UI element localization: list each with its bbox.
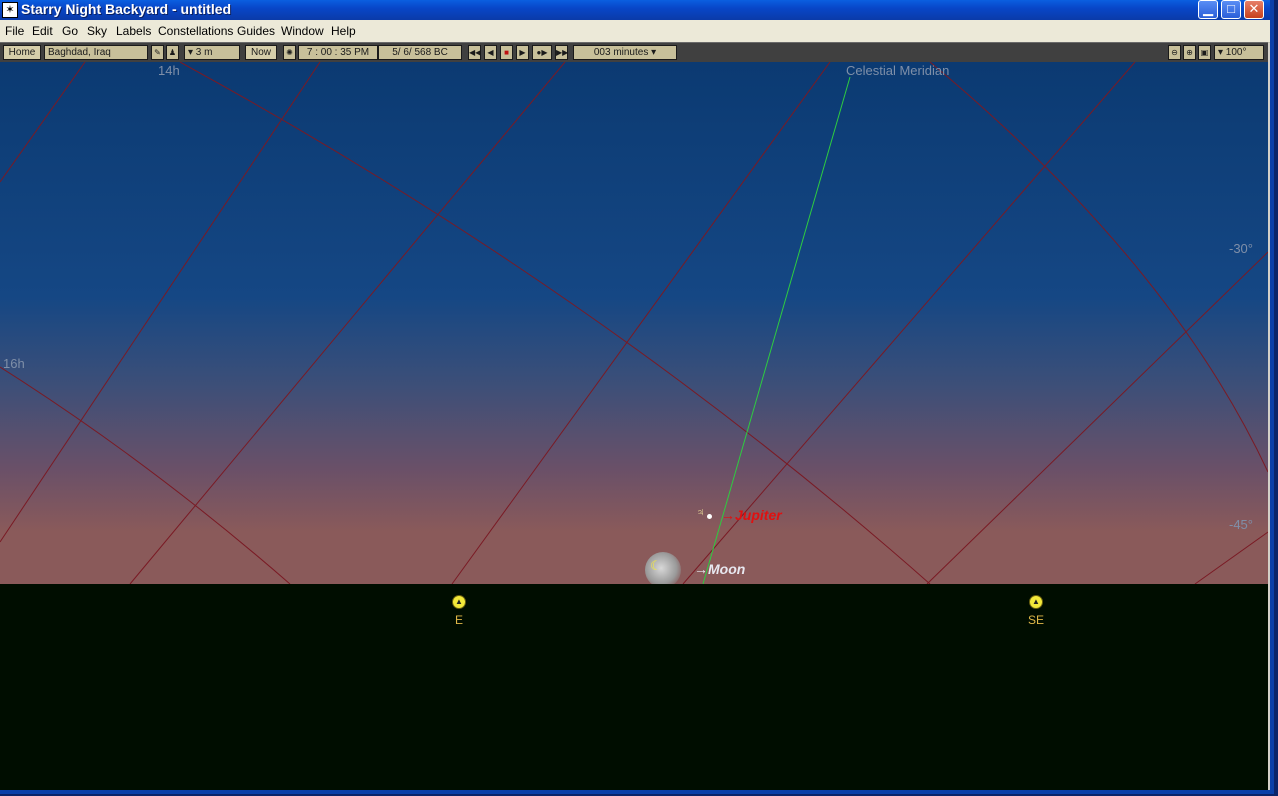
time-step-dropdown[interactable]: 003 minutes ▾	[573, 45, 677, 60]
jupiter-label[interactable]: →Jupiter	[721, 507, 782, 523]
play-icon[interactable]: ▶	[516, 45, 529, 60]
compass-east-label: E	[454, 613, 463, 627]
jupiter-symbol-icon: ♃	[696, 505, 705, 519]
moon-name: Moon	[708, 561, 746, 577]
moon-symbol-icon: ☾	[650, 558, 662, 573]
zoom-out-icon[interactable]: ⊖	[1168, 45, 1181, 60]
menu-constellations[interactable]: Constellations	[158, 24, 233, 38]
now-button[interactable]: Now	[245, 45, 277, 60]
menu-file[interactable]: File	[5, 24, 24, 38]
title-bar[interactable]: ✶ Starry Night Backyard - untitled ▁ □ ✕	[0, 0, 1270, 20]
real-time-icon[interactable]: ●▶	[532, 45, 552, 60]
zoom-in-icon[interactable]: ⊕	[1183, 45, 1196, 60]
ra-label-14h: 14h	[158, 63, 180, 78]
ground: ▲ E ▲ SE	[0, 584, 1268, 790]
jupiter-name: Jupiter	[735, 507, 782, 523]
menu-go[interactable]: Go	[62, 24, 78, 38]
menu-help[interactable]: Help	[331, 24, 356, 38]
zoom-level-dropdown[interactable]: ▾ 100°	[1214, 45, 1264, 60]
jupiter-marker[interactable]	[707, 514, 712, 519]
reverse-play-icon[interactable]: ◀	[484, 45, 497, 60]
moon-label[interactable]: →Moon	[694, 561, 745, 577]
menu-window[interactable]: Window	[281, 24, 324, 38]
toolbar: Home Baghdad, Iraq ✎ ♟ ▾ 3 m Now ✺ 7 : 0…	[0, 42, 1268, 63]
close-button[interactable]: ✕	[1244, 0, 1264, 19]
observer-icon[interactable]: ♟	[166, 45, 179, 60]
date-field[interactable]: 5/ 6/ 568 BC	[378, 45, 462, 60]
minimize-button[interactable]: ▁	[1198, 0, 1218, 19]
menu-edit[interactable]: Edit	[32, 24, 53, 38]
sky-background	[0, 62, 1268, 584]
viewer-settings-icon[interactable]: ✎	[151, 45, 164, 60]
dec-label-minus45: -45°	[1229, 517, 1253, 532]
window-title: Starry Night Backyard - untitled	[21, 1, 232, 17]
compass-east-icon: ▲	[452, 595, 466, 609]
step-back-icon[interactable]: ◀◀	[468, 45, 481, 60]
menu-sky[interactable]: Sky	[87, 24, 107, 38]
location-field[interactable]: Baghdad, Iraq	[44, 45, 148, 60]
home-button[interactable]: Home	[3, 45, 41, 60]
zoom-box-icon[interactable]: ▣	[1198, 45, 1211, 60]
time-settings-icon[interactable]: ✺	[283, 45, 296, 60]
elevation-dropdown[interactable]: ▾ 3 m	[184, 45, 240, 60]
compass-southeast-label: SE	[1027, 613, 1044, 627]
compass-southeast-icon: ▲	[1029, 595, 1043, 609]
step-forward-icon[interactable]: ▶▶	[555, 45, 568, 60]
celestial-meridian-label: Celestial Meridian	[846, 63, 950, 78]
sky-view[interactable]: 14h 16h -30° -45° Celestial Meridian ♃ →…	[0, 62, 1268, 790]
menu-bar: File Edit Go Sky Labels Constellations G…	[0, 20, 1270, 43]
time-field[interactable]: 7 : 00 : 35 PM	[298, 45, 378, 60]
app-window: ✶ Starry Night Backyard - untitled ▁ □ ✕…	[0, 0, 1274, 794]
menu-guides[interactable]: Guides	[237, 24, 275, 38]
ra-label-16h: 16h	[3, 356, 25, 371]
dec-label-minus30: -30°	[1229, 241, 1253, 256]
menu-labels[interactable]: Labels	[116, 24, 151, 38]
app-logo-icon: ✶	[2, 2, 18, 18]
stop-icon[interactable]: ■	[500, 45, 513, 60]
maximize-button[interactable]: □	[1221, 0, 1241, 19]
